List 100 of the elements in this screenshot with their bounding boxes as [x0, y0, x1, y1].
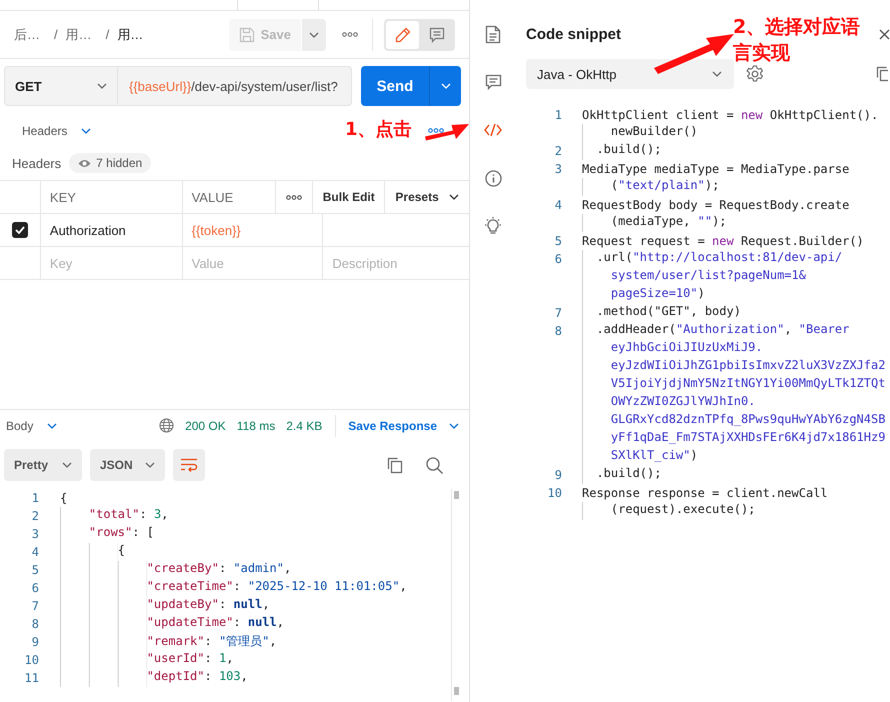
code-line: .addHeader("Authorization", "Bearer [582, 322, 850, 340]
line-number: 5 [554, 234, 562, 248]
annotation-text: 1、点击 [345, 118, 412, 141]
comment-icon [428, 26, 444, 42]
more-icon[interactable] [286, 194, 302, 200]
method-dropdown[interactable]: GET [4, 66, 118, 106]
response-time: 118 ms [236, 418, 276, 432]
caret-icon [712, 71, 722, 77]
wrap-icon [180, 458, 198, 472]
globe-icon [159, 418, 174, 433]
line-number: 1 [30, 491, 39, 505]
breadcrumb-item[interactable]: 用… [117, 26, 144, 44]
code-line: newBuilder() [582, 124, 698, 142]
line-number: 8 [30, 617, 39, 631]
code-line: V5IjoiYjdjNmY5NzItNGY1Yi00MmQyLTk1ZTQt [582, 376, 886, 394]
code-line: eyJhbGciOiJIUzUxMiJ9. [582, 340, 763, 358]
breadcrumb-separator: / [54, 27, 58, 42]
checkbox[interactable] [12, 222, 28, 238]
hidden-headers-badge[interactable]: 7 hidden [69, 153, 152, 173]
caret-icon [62, 462, 72, 468]
copy-icon[interactable] [387, 456, 403, 474]
line-number: 2 [554, 144, 562, 158]
caret-icon [309, 32, 319, 38]
line-number: 11 [24, 671, 39, 685]
response-size: 2.4 KB [286, 418, 322, 432]
code-line: "updateTime": null, [60, 615, 284, 633]
line-number: 4 [554, 198, 562, 212]
code-line: MediaType mediaType = MediaType.parse [582, 162, 850, 176]
code-line: .method("GET", body) [582, 304, 741, 322]
search-icon[interactable] [426, 456, 443, 474]
edit-mode-button[interactable] [386, 20, 419, 48]
language-dropdown[interactable]: Java - OkHttp [526, 59, 734, 89]
language-dropdown[interactable]: JSON [90, 449, 165, 481]
code-line: "createBy": "admin", [60, 561, 292, 579]
document-icon[interactable] [485, 24, 501, 44]
code-line: (mediaType, ""); [582, 214, 727, 232]
code-line: RequestBody body = RequestBody.create [582, 198, 850, 212]
breadcrumb-item[interactable]: 后… [14, 26, 40, 44]
save-icon [238, 26, 255, 42]
bulk-edit-button[interactable]: Bulk Edit [312, 181, 384, 213]
send-button[interactable]: Send [361, 66, 429, 106]
code-line: Response response = client.newCall [582, 486, 828, 500]
line-number: 2 [30, 509, 39, 523]
code-line: pageSize=10") [582, 286, 705, 304]
code-icon[interactable] [484, 123, 502, 137]
lightbulb-icon[interactable] [484, 216, 502, 236]
line-number: 6 [30, 581, 39, 595]
info-icon[interactable] [484, 170, 502, 186]
code-line: "deptId": 103, [60, 669, 248, 687]
code-line: "rows": [ [60, 525, 154, 543]
code-line: system/user/list?pageNum=1& [582, 268, 806, 286]
caret-icon [97, 83, 107, 89]
line-number: 5 [30, 563, 39, 577]
save-response-button[interactable]: Save Response [348, 418, 463, 432]
body-dropdown[interactable]: Body [6, 418, 58, 432]
panel-title: Code snippet [526, 26, 622, 42]
code-line: OWYzZWI0ZGJlYWJhIn0. [582, 394, 756, 412]
pencil-icon [394, 26, 410, 42]
more-icon[interactable] [342, 32, 358, 37]
scrollbar[interactable] [451, 489, 460, 701]
url-field[interactable]: {{baseUrl}}/dev-api/system/user/list? [118, 66, 352, 106]
code-line: eyJzdWIiOiJhZG1pbiIsImxvZ2luX3VzZXJfa2 [582, 358, 886, 376]
caret-icon [47, 422, 58, 428]
line-number: 3 [30, 527, 39, 541]
code-line: ("text/plain"); [582, 178, 720, 196]
breadcrumb-item[interactable]: 用… [66, 26, 92, 44]
line-number: 4 [30, 545, 39, 559]
caret-icon [145, 462, 155, 468]
column-header: KEY [40, 181, 182, 213]
line-number: 10 [546, 486, 562, 500]
close-icon[interactable] [879, 28, 890, 40]
line-number: 7 [30, 599, 39, 613]
code-line: SXlKlT_ciw") [582, 448, 698, 466]
code-line: { [60, 543, 126, 561]
breadcrumb-separator: / [106, 27, 110, 42]
headers-dropdown[interactable]: Headers [22, 124, 92, 138]
check-icon [14, 226, 25, 234]
column-header: VALUE [182, 181, 276, 213]
status-code: 200 OK [185, 418, 226, 432]
comment-icon[interactable] [484, 74, 502, 90]
arrow [425, 124, 469, 141]
line-number: 1 [554, 108, 562, 122]
wrap-lines-button[interactable] [173, 449, 205, 481]
code-line: OkHttpClient client = new OkHttpClient(). [582, 108, 878, 122]
code-line: { [60, 491, 68, 505]
caret-icon [449, 422, 459, 428]
format-dropdown[interactable]: Pretty [4, 449, 82, 481]
line-number: 6 [554, 252, 562, 266]
more-icon[interactable] [428, 128, 444, 133]
code-line: GLGRxYcd82dznTPfq_8Pws9quHwYAbY6zgN4SB [582, 412, 886, 430]
copy-icon[interactable] [876, 66, 888, 82]
line-number: 9 [30, 635, 39, 649]
code-line: "remark": "管理员", [60, 633, 277, 651]
code-line: (request).execute(); [582, 502, 756, 520]
presets-dropdown[interactable]: Presets [384, 181, 469, 213]
line-number: 3 [554, 162, 562, 176]
code-line: "createTime": "2025-12-10 11:01:05", [60, 579, 407, 597]
settings-icon[interactable] [746, 65, 764, 83]
line-number: 8 [554, 324, 562, 338]
annotation-text: 2、选择对应语言实现 [733, 15, 862, 66]
